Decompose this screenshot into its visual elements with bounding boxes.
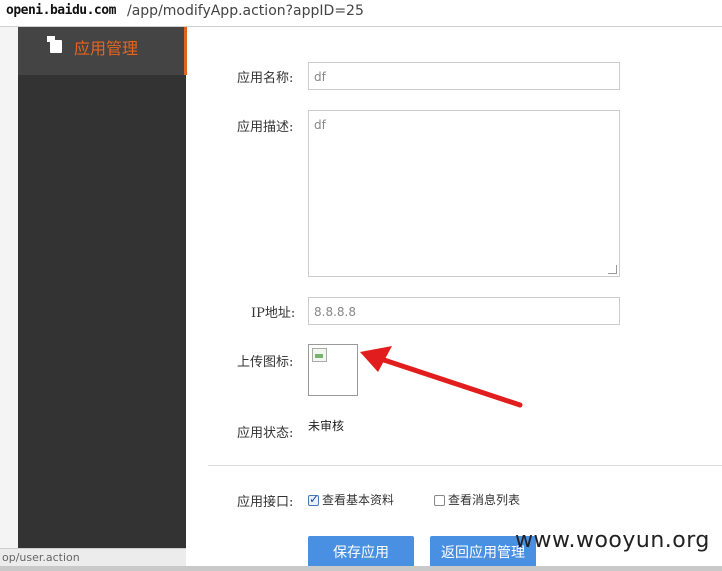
annotation-arrow-icon bbox=[360, 346, 523, 408]
watermark: www.wooyun.org bbox=[515, 528, 710, 553]
